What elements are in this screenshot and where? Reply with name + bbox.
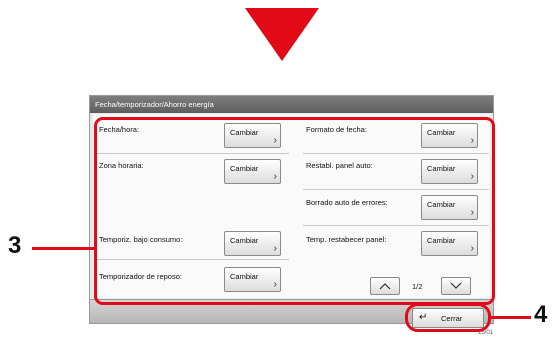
close-highlight — [405, 303, 491, 332]
callout-line-3 — [32, 247, 96, 250]
callout-line-4 — [491, 316, 531, 319]
panel-title: Fecha/temporizador/Ahorro energía — [90, 96, 493, 113]
down-arrow-icon — [245, 8, 319, 61]
callout-number-4: 4 — [534, 301, 548, 328]
callout-number-3: 3 — [8, 232, 22, 259]
settings-highlight — [94, 117, 495, 305]
